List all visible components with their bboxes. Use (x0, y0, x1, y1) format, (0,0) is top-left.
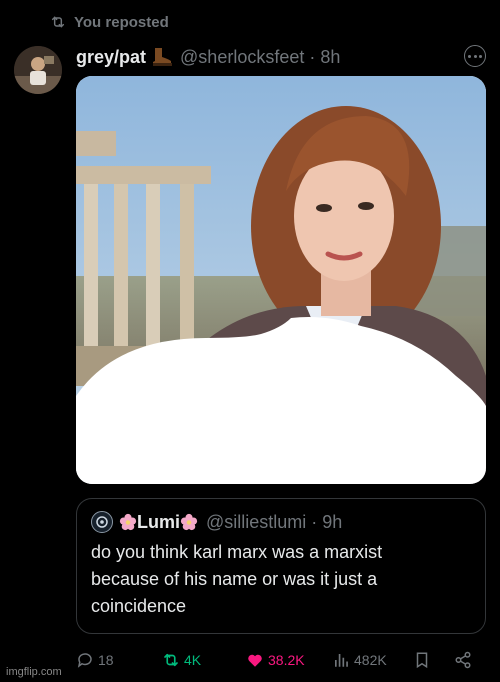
tweet-header: grey/pat @sherlocksfeet · 8h (76, 44, 484, 70)
quoted-tweet-time[interactable]: 9h (322, 512, 342, 533)
reply-button[interactable]: 18 (76, 648, 114, 672)
views-icon (335, 654, 348, 667)
quoted-tweet-text: do you think karl marx was a marxist bec… (91, 542, 383, 616)
repost-icon (164, 653, 178, 667)
tweet-image[interactable] (76, 76, 486, 484)
tweet-time[interactable]: 8h (320, 47, 340, 68)
quoted-header-separator: · (311, 511, 318, 532)
like-count: 38.2K (268, 652, 305, 668)
repost-banner-text: You reposted (74, 13, 169, 31)
quoted-author-handle[interactable]: @silliestlumi (206, 512, 306, 533)
bookmark-icon (416, 652, 428, 669)
quoted-tweet-header: Lumi @silliestlumi · 9h (91, 509, 342, 535)
bookmark-button[interactable] (413, 648, 431, 672)
action-bar: 18 4K 38.2K 482K (76, 648, 486, 672)
views-count: 482K (354, 652, 387, 668)
like-icon (248, 654, 262, 667)
header-separator: · (309, 46, 316, 67)
flower-icon (119, 513, 137, 531)
share-icon (455, 651, 471, 669)
repost-icon (51, 16, 65, 28)
like-button[interactable]: 38.2K (246, 648, 305, 672)
reply-icon (77, 653, 92, 668)
author-name[interactable]: grey/pat (76, 47, 146, 68)
reply-count: 18 (98, 652, 114, 668)
flower-icon (180, 513, 198, 531)
author-avatar[interactable] (14, 46, 62, 94)
quoted-author-name[interactable]: Lumi (137, 512, 180, 533)
repost-button[interactable]: 4K (162, 648, 201, 672)
quoted-author-avatar (91, 511, 113, 533)
more-icon[interactable] (464, 45, 486, 67)
repost-banner: You reposted (50, 10, 169, 34)
views-button[interactable]: 482K (332, 648, 387, 672)
quoted-tweet[interactable]: Lumi @silliestlumi · 9h do you think kar… (76, 498, 486, 634)
boot-icon (153, 48, 173, 66)
share-button[interactable] (454, 648, 472, 672)
author-handle[interactable]: @sherlocksfeet (180, 47, 304, 68)
watermark: imgflip.com (6, 666, 62, 678)
repost-count: 4K (184, 652, 202, 668)
